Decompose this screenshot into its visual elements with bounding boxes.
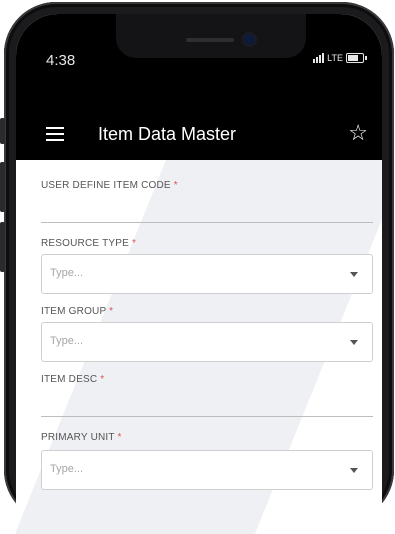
required-marker: * xyxy=(100,374,105,385)
battery-icon xyxy=(346,53,367,63)
status-bar: 4:38 LTE xyxy=(16,14,382,110)
app-bar: Item Data Master ☆ xyxy=(16,110,382,160)
chevron-down-icon xyxy=(350,272,358,277)
item-code-label: USER DEFINE ITEM CODE * xyxy=(41,180,178,191)
star-icon[interactable]: ☆ xyxy=(348,120,368,146)
network-label: LTE xyxy=(327,53,343,63)
item-desc-label: ITEM DESC * xyxy=(41,374,104,385)
resource-type-label-text: RESOURCE TYPE xyxy=(41,238,129,249)
volume-up-button xyxy=(0,162,5,212)
required-marker: * xyxy=(173,180,178,191)
page-title: Item Data Master xyxy=(98,124,237,144)
speaker-icon xyxy=(186,38,234,42)
resource-type-placeholder: Type... xyxy=(50,267,84,279)
item-desc-input[interactable] xyxy=(41,416,373,417)
status-icons: LTE xyxy=(313,53,367,63)
chevron-down-icon xyxy=(350,340,358,345)
notch xyxy=(116,14,306,58)
screen: 4:38 LTE Item Data Master ☆ USER DEFINE … xyxy=(16,14,382,534)
signal-icon xyxy=(313,53,325,63)
resource-type-select[interactable]: Type... xyxy=(41,254,373,294)
menu-icon[interactable] xyxy=(46,127,64,141)
item-code-input[interactable] xyxy=(41,222,373,223)
required-marker: * xyxy=(109,306,114,317)
status-time: 4:38 xyxy=(46,52,76,69)
side-button xyxy=(0,118,5,144)
primary-unit-label: PRIMARY UNIT * xyxy=(41,432,122,443)
phone-frame: 4:38 LTE Item Data Master ☆ USER DEFINE … xyxy=(4,2,394,534)
item-group-label: ITEM GROUP * xyxy=(41,306,113,317)
item-group-select[interactable]: Type... xyxy=(41,322,373,362)
item-group-label-text: ITEM GROUP xyxy=(41,306,107,317)
primary-unit-placeholder: Type... xyxy=(50,463,84,475)
item-desc-label-text: ITEM DESC xyxy=(41,374,98,385)
primary-unit-label-text: PRIMARY UNIT xyxy=(41,432,115,443)
item-group-placeholder: Type... xyxy=(50,335,84,347)
chevron-down-icon xyxy=(350,468,358,473)
required-marker: * xyxy=(131,238,137,249)
camera-icon xyxy=(244,34,255,45)
item-code-label-text: USER DEFINE ITEM CODE xyxy=(41,180,171,191)
primary-unit-select[interactable]: Type... xyxy=(41,450,373,490)
required-marker: * xyxy=(117,432,122,443)
volume-down-button xyxy=(0,222,5,272)
resource-type-label: RESOURCE TYPE * xyxy=(41,238,136,249)
form-content: USER DEFINE ITEM CODE * RESOURCE TYPE * … xyxy=(16,160,382,534)
